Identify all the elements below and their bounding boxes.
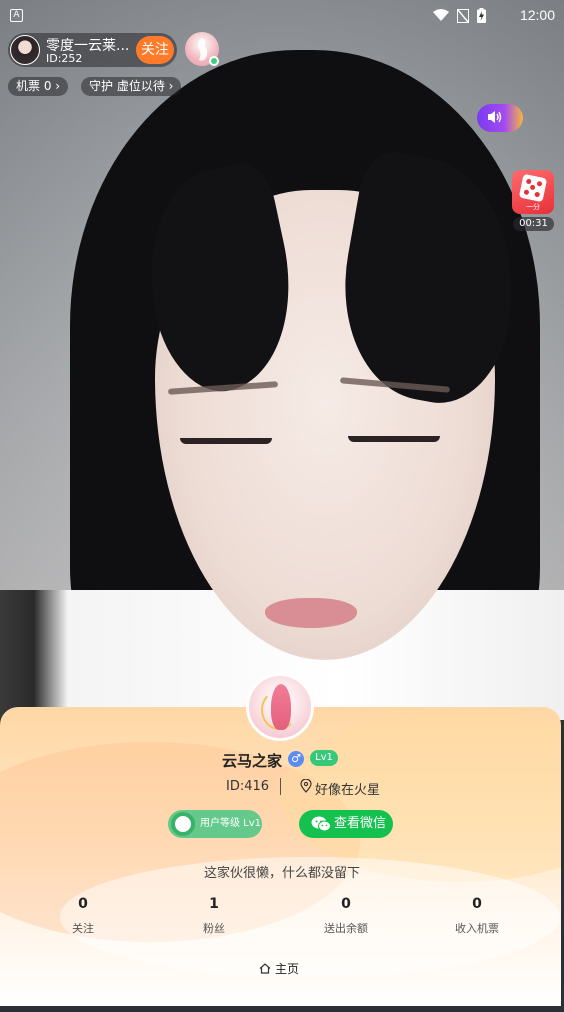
tickets-chip[interactable]: 机票 0 › [8,77,69,96]
stat-following[interactable]: 0 关注 [33,896,133,936]
profile-avatar[interactable] [246,673,314,741]
wechat-label: 查看微信 [334,816,387,831]
streamer-eye-right [348,436,440,442]
guard-chip[interactable]: 守护 虚位以待 › [81,77,182,96]
host-id: ID:252 [46,52,83,65]
follow-button[interactable]: 关注 [136,36,174,64]
level-ring-icon [171,812,195,836]
wifi-icon [433,9,449,21]
game-label: 一分 [526,203,540,211]
stat-label: 送出余额 [324,922,368,935]
profile-bio: 这家伙很懒，什么都没留下 [203,866,360,881]
status-bar: A 12:00 [0,0,564,32]
view-wechat-button[interactable]: 查看微信 [299,810,393,838]
stat-value: 0 [78,896,88,912]
speaker-button[interactable] [477,104,523,132]
status-indicator: A [10,9,23,22]
divider [280,778,281,795]
stat-value: 1 [209,896,219,912]
stat-fans[interactable]: 1 粉丝 [164,896,264,936]
user-level-label: 用户等级 Lv1 [200,818,262,829]
stat-label: 粉丝 [203,922,225,935]
stat-sent-balance[interactable]: 0 送出余额 [296,896,396,936]
male-gender-icon: ♂ [288,751,304,767]
status-icons [433,8,486,23]
stat-value: 0 [472,896,482,912]
avatar-silhouette-icon [271,684,291,730]
battery-charging-icon [477,8,486,23]
host-avatar[interactable] [10,35,40,65]
profile-name: 云马之家 [222,752,283,770]
location-pin-icon [300,779,312,793]
stat-label: 关注 [72,922,94,935]
stat-income-tickets[interactable]: 0 收入机票 [427,896,527,936]
home-tab[interactable]: 主页 [259,960,299,977]
home-tab-label: 主页 [275,962,300,976]
status-time: 12:00 [519,7,555,23]
wechat-icon [311,816,331,832]
online-status-dot [209,56,219,66]
user-level-button[interactable]: 用户等级 Lv1 [168,810,262,838]
profile-id: ID:416 [226,779,270,794]
host-info-pill[interactable]: 零度一云莱... ID:252 关注 [8,33,177,67]
no-signal-icon [457,8,469,23]
location-text: 好像在火星 [315,783,381,798]
dice-icon [518,173,548,203]
game-timer: 00:31 [513,217,554,231]
dice-game-icon[interactable]: 一分 [512,170,554,214]
viewer-avatar[interactable] [185,32,219,66]
home-icon [259,963,271,974]
stat-label: 收入机票 [455,922,499,935]
stat-value: 0 [341,896,351,912]
streamer-lips [265,598,357,628]
bottom-edge [0,1006,564,1012]
speaker-icon [488,111,502,123]
streamer-eye-left [180,438,272,444]
level-badge: Lv1 [310,750,338,766]
